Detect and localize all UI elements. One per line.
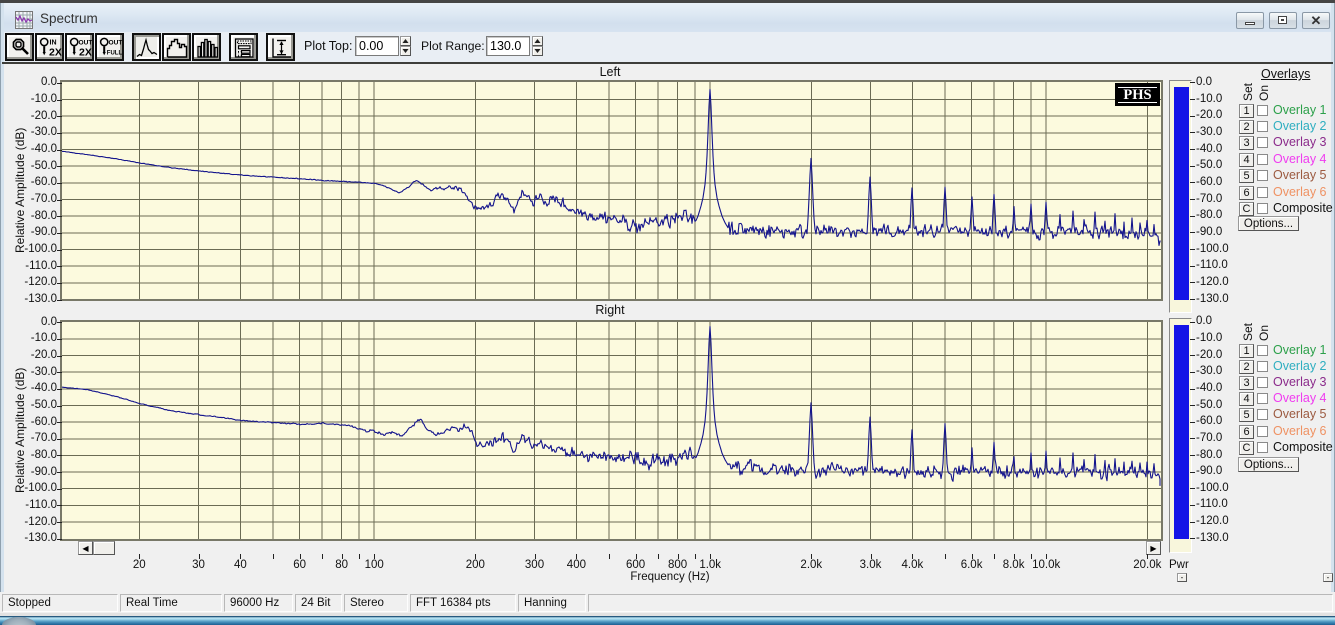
svg-text:OUT: OUT bbox=[109, 40, 123, 47]
svg-text:IN: IN bbox=[50, 40, 57, 47]
svg-text:2X: 2X bbox=[49, 47, 62, 59]
svg-text:2X: 2X bbox=[79, 47, 92, 59]
svg-text:FULL: FULL bbox=[107, 50, 123, 56]
svg-text:OUT: OUT bbox=[79, 40, 93, 47]
